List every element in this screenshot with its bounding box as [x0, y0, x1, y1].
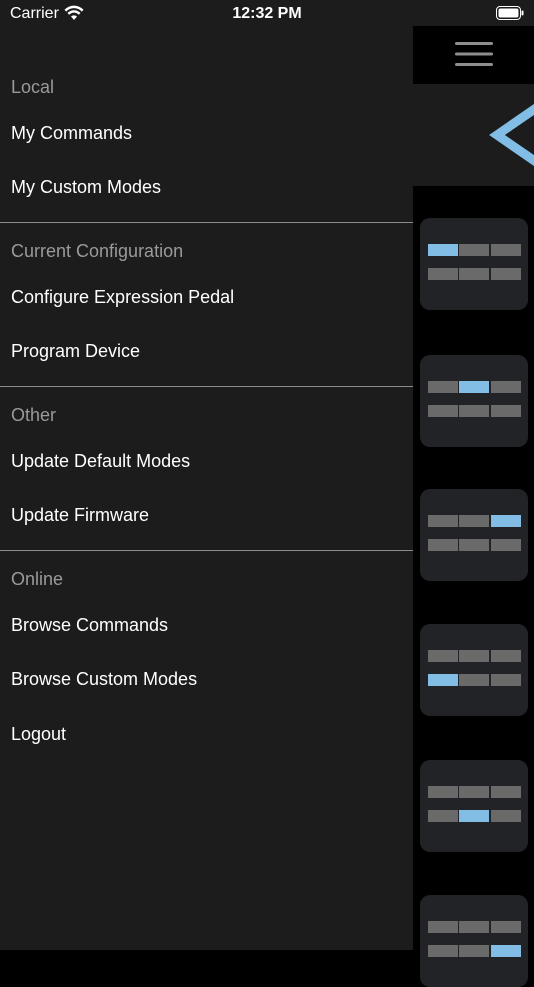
menu-item-browse-custom-modes[interactable]: Browse Custom Modes [11, 669, 197, 690]
mode-cell [428, 921, 458, 933]
mode-preview-card[interactable] [420, 895, 528, 987]
mode-cell [428, 268, 458, 280]
mode-cell [428, 650, 458, 662]
divider [0, 222, 413, 223]
mode-preview-card[interactable] [420, 624, 528, 716]
section-header-current-configuration: Current Configuration [11, 241, 184, 261]
section-header-local: Local [11, 77, 55, 97]
mode-cell [459, 921, 489, 933]
mode-cell [491, 268, 521, 280]
mode-cell [459, 268, 489, 280]
back-panel[interactable] [413, 84, 534, 186]
mode-cell-active [491, 945, 521, 957]
mode-cell [428, 539, 458, 551]
mode-cell [428, 786, 458, 798]
mode-cell [428, 945, 458, 957]
mode-cell [428, 515, 458, 527]
back-chevron-icon [489, 103, 534, 167]
mode-cell-active [428, 674, 458, 686]
menu-item-logout[interactable]: Logout [11, 724, 66, 745]
mode-cell [491, 921, 521, 933]
mode-cell [491, 405, 521, 417]
mode-cell [491, 244, 521, 256]
menu-item-program-device[interactable]: Program Device [11, 341, 140, 362]
menu-item-my-custom-modes[interactable]: My Custom Modes [11, 177, 161, 198]
hamburger-icon [454, 42, 493, 66]
mode-cell [459, 244, 489, 256]
mode-cell [428, 381, 458, 393]
mode-cell [459, 539, 489, 551]
mode-preview-card[interactable] [420, 489, 528, 581]
mode-cell-active [459, 810, 489, 822]
mode-cell [459, 945, 489, 957]
clock: 12:32 PM [232, 5, 302, 22]
menu-item-browse-commands[interactable]: Browse Commands [11, 615, 168, 636]
mode-cell-active [459, 381, 489, 393]
divider [0, 550, 413, 551]
mode-cell [459, 786, 489, 798]
divider [0, 386, 413, 387]
menu-item-my-commands[interactable]: My Commands [11, 123, 132, 144]
mode-cell-active [428, 244, 458, 256]
status-bar: Carrier 12:32 PM [0, 0, 534, 26]
section-header-other: Other [11, 405, 57, 425]
mode-cell [428, 810, 458, 822]
mode-cell [491, 786, 521, 798]
mode-cell [491, 674, 521, 686]
mode-cell [459, 650, 489, 662]
menu-item-configure-expression-pedal[interactable]: Configure Expression Pedal [11, 287, 234, 308]
mode-cell-active [491, 515, 521, 527]
menu-item-update-firmware[interactable]: Update Firmware [11, 505, 149, 526]
mode-cell [491, 381, 521, 393]
side-drawer: Local My Commands My Custom Modes Curren… [0, 26, 413, 950]
mode-cell [428, 405, 458, 417]
menu-item-update-default-modes[interactable]: Update Default Modes [11, 451, 190, 472]
mode-cell [491, 810, 521, 822]
mode-preview-card[interactable] [420, 760, 528, 852]
mode-cell [491, 539, 521, 551]
mode-cell [459, 515, 489, 527]
mode-cell [459, 405, 489, 417]
mode-preview-card[interactable] [420, 218, 528, 310]
mode-cell [491, 650, 521, 662]
mode-preview-card[interactable] [420, 355, 528, 447]
battery-icon [496, 6, 524, 20]
mode-cell [459, 674, 489, 686]
menu-button[interactable] [413, 26, 534, 82]
section-header-online: Online [11, 569, 64, 589]
